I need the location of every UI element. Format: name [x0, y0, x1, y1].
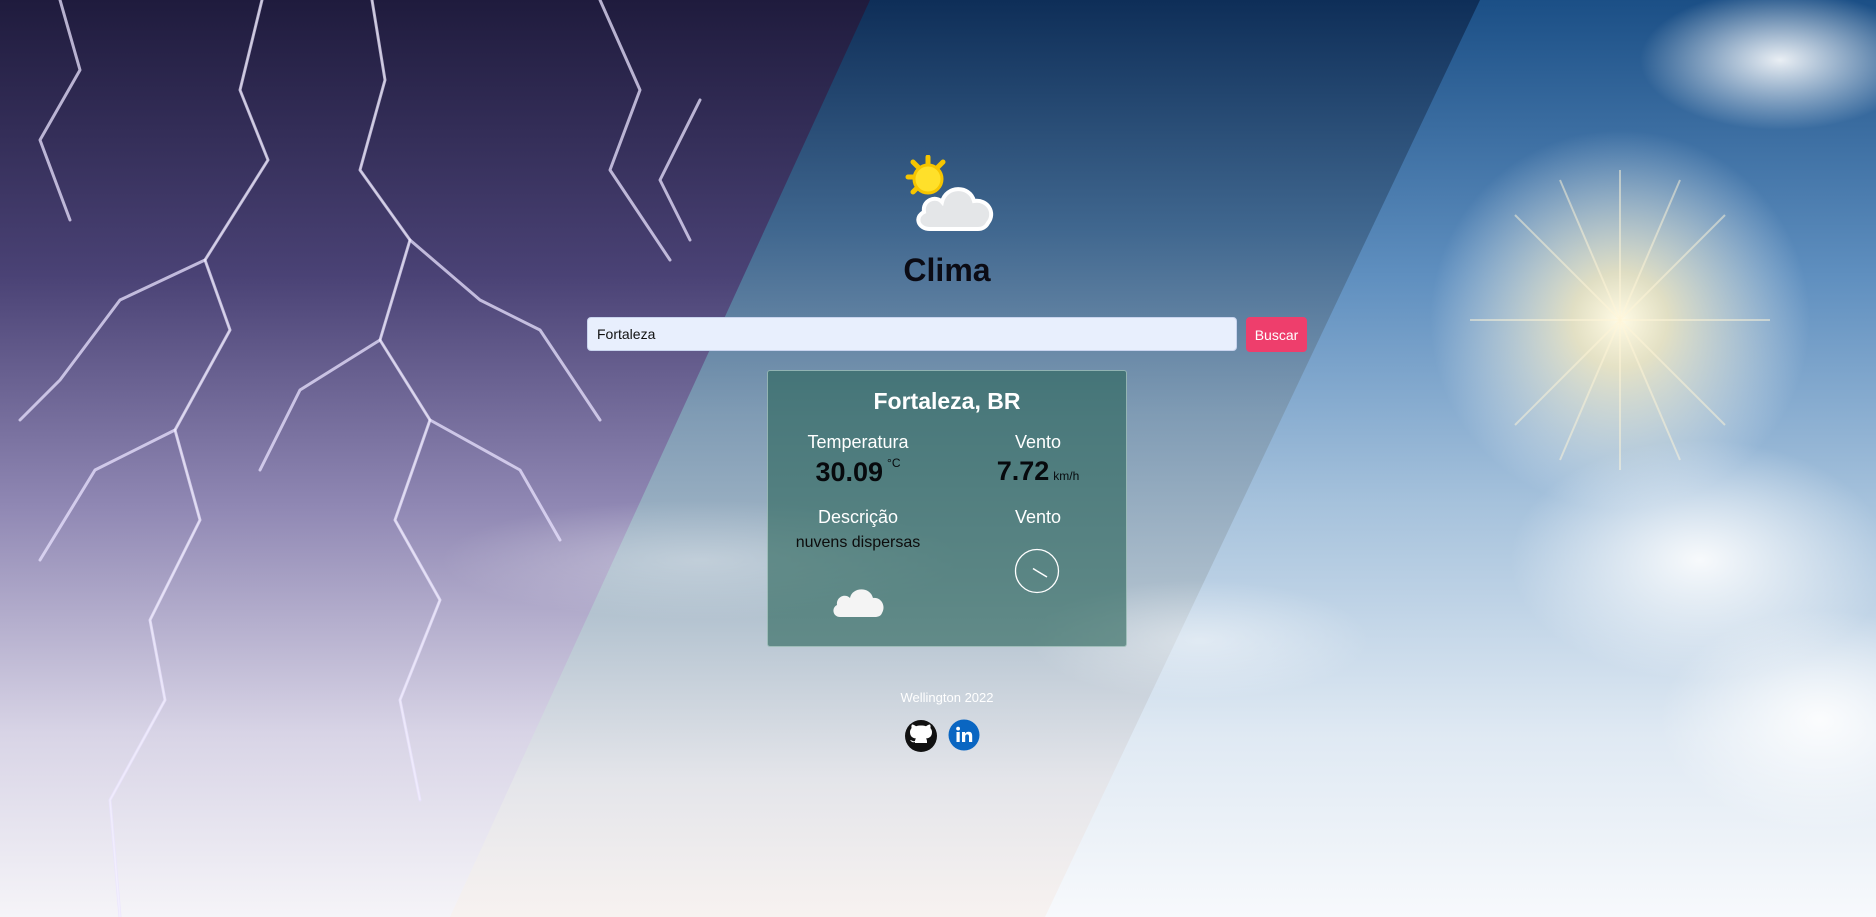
wind-label: Vento	[1014, 432, 1062, 452]
city-name: Fortaleza, BR	[873, 388, 1021, 414]
temperature-value: 30.09	[815, 457, 884, 487]
description-label: Descrição	[817, 507, 899, 527]
linkedin-icon[interactable]	[948, 719, 980, 751]
page-title: Clima	[903, 252, 991, 288]
temperature-unit: °C	[887, 456, 901, 470]
search-button[interactable]: Buscar	[1246, 317, 1307, 352]
temperature-label: Temperatura	[807, 432, 909, 452]
wind-direction-icon	[1014, 548, 1060, 594]
footer-credit: Wellington 2022	[900, 690, 994, 705]
search-input[interactable]	[587, 317, 1237, 351]
wind-direction-label: Vento	[1014, 507, 1062, 527]
cloud-icon	[833, 589, 884, 617]
wind-value: 7.72	[996, 456, 1050, 486]
description-value: nuvens dispersas	[795, 534, 921, 551]
weather-card: Fortaleza, BR Temperatura 30.09 °C Vento …	[767, 370, 1127, 647]
github-icon[interactable]	[904, 719, 938, 753]
wind-value-group: 7.72 km/h	[948, 456, 1128, 487]
wind-unit: km/h	[1053, 469, 1080, 483]
partly-cloudy-icon	[905, 155, 994, 231]
temperature-value-group: 30.09 °C	[768, 456, 948, 488]
